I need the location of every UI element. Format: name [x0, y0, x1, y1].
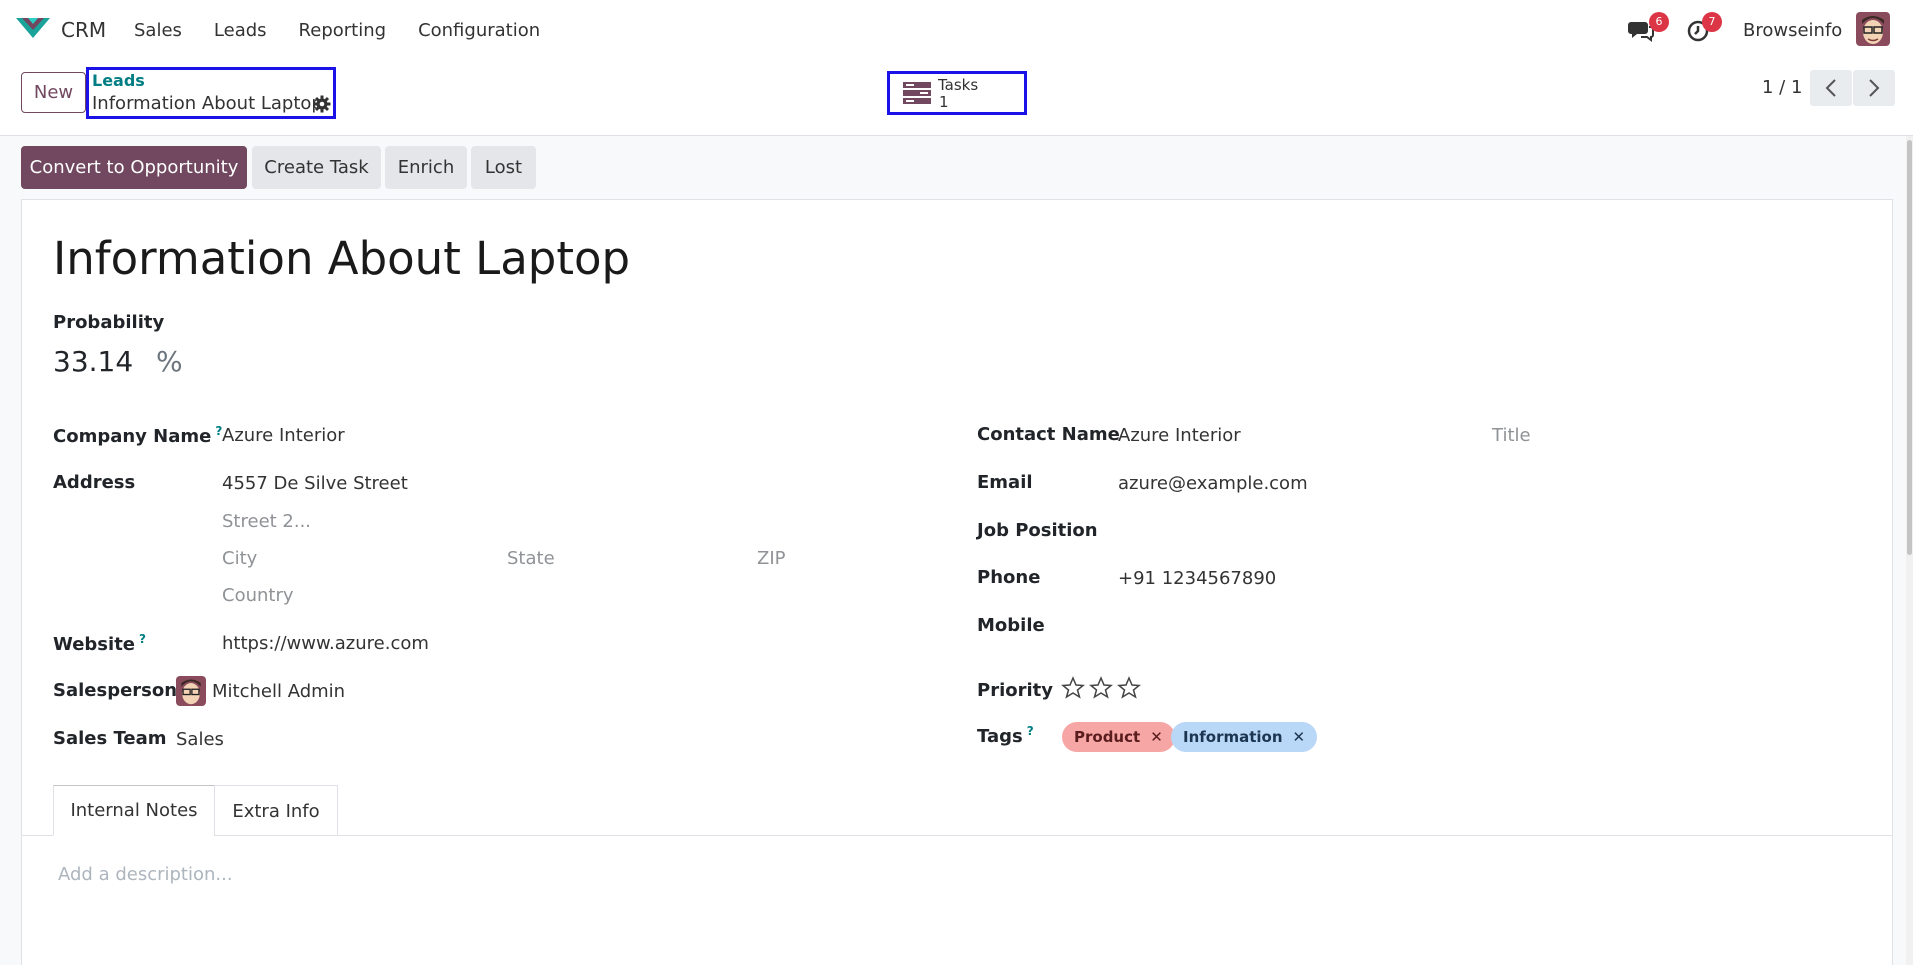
tasks-label: Tasks [938, 76, 979, 94]
user-avatar[interactable] [1856, 12, 1890, 46]
tag-information[interactable]: Information ✕ [1171, 722, 1318, 752]
lead-title[interactable]: Information About Laptop [53, 232, 630, 285]
tab-extra-info[interactable]: Extra Info [214, 785, 338, 836]
street-input[interactable]: 4557 De Silve Street [222, 473, 408, 494]
priority-label: Priority [977, 680, 1053, 701]
probability-input[interactable]: 33.14 [53, 345, 133, 378]
form-sheet [21, 199, 1893, 965]
chevron-right-icon [1869, 79, 1880, 97]
close-icon[interactable]: ✕ [1293, 728, 1306, 746]
enrich-button[interactable]: Enrich [385, 146, 467, 189]
phone-input[interactable]: +91 1234567890 [1118, 568, 1276, 589]
create-task-button[interactable]: Create Task [252, 146, 381, 189]
salesperson-avatar [176, 676, 206, 706]
chevron-left-icon [1825, 79, 1836, 97]
company-name-label: Company Name? [53, 424, 223, 447]
activities-badge: 7 [1702, 12, 1722, 32]
convert-to-opportunity-button[interactable]: Convert to Opportunity [21, 146, 247, 189]
tag-product[interactable]: Product ✕ [1062, 722, 1175, 752]
menu-leads[interactable]: Leads [214, 20, 267, 41]
salesperson-label: Salesperson [53, 680, 178, 701]
contact-name-input[interactable]: Azure Interior [1118, 425, 1241, 446]
email-label: Email [977, 472, 1033, 493]
crm-logo-icon[interactable] [16, 16, 50, 40]
breadcrumb-current: Information About Laptop [92, 93, 323, 114]
sales-team-input[interactable]: Sales [176, 729, 224, 750]
email-input[interactable]: azure@example.com [1118, 473, 1308, 494]
star-icon[interactable] [1117, 676, 1141, 700]
company-name-input[interactable]: Azure Interior [222, 425, 345, 446]
mobile-label: Mobile [977, 615, 1045, 636]
salesperson-input[interactable]: Mitchell Admin [212, 681, 345, 702]
title-input[interactable]: Title [1492, 425, 1531, 446]
country-input[interactable]: Country [222, 585, 294, 606]
lost-button[interactable]: Lost [471, 146, 536, 189]
main-menu: Sales Leads Reporting Configuration [134, 20, 572, 41]
gear-icon[interactable] [313, 95, 331, 113]
user-name[interactable]: Browseinfo [1743, 20, 1842, 41]
menu-reporting[interactable]: Reporting [299, 20, 387, 41]
tag-label: Product [1074, 728, 1141, 746]
pager-value[interactable]: 1 / 1 [1762, 77, 1802, 98]
state-input[interactable]: State [507, 548, 555, 569]
menu-configuration[interactable]: Configuration [418, 20, 540, 41]
help-icon[interactable]: ? [139, 632, 146, 646]
sales-team-label: Sales Team [53, 728, 167, 749]
tasks-count: 1 [939, 93, 949, 111]
help-icon[interactable]: ? [1027, 724, 1034, 738]
new-button[interactable]: New [21, 72, 86, 113]
pager-next-button[interactable] [1853, 70, 1895, 106]
star-icon[interactable] [1061, 676, 1085, 700]
probability-unit: % [156, 345, 183, 378]
tag-label: Information [1183, 728, 1283, 746]
website-input[interactable]: https://www.azure.com [222, 633, 429, 654]
street2-input[interactable]: Street 2... [222, 511, 311, 532]
job-position-label: Job Position [977, 520, 1098, 541]
website-label: Website? [53, 632, 146, 655]
scrollbar-thumb[interactable] [1907, 140, 1912, 555]
phone-label: Phone [977, 567, 1041, 588]
tasks-icon [903, 82, 931, 104]
app-name[interactable]: CRM [61, 18, 106, 42]
messages-badge: 6 [1649, 12, 1669, 32]
city-input[interactable]: City [222, 548, 257, 569]
menu-sales[interactable]: Sales [134, 20, 182, 41]
tags-label: Tags? [977, 724, 1034, 747]
breadcrumb-leads-link[interactable]: Leads [92, 71, 145, 90]
zip-input[interactable]: ZIP [757, 548, 786, 569]
pager-previous-button[interactable] [1810, 70, 1852, 106]
tab-internal-notes[interactable]: Internal Notes [53, 785, 215, 836]
contact-name-label: Contact Name [977, 424, 1120, 445]
probability-label: Probability [53, 312, 165, 333]
description-editor[interactable]: Add a description... [58, 864, 233, 885]
close-icon[interactable]: ✕ [1150, 728, 1163, 746]
address-label: Address [53, 472, 136, 493]
star-icon[interactable] [1089, 676, 1113, 700]
